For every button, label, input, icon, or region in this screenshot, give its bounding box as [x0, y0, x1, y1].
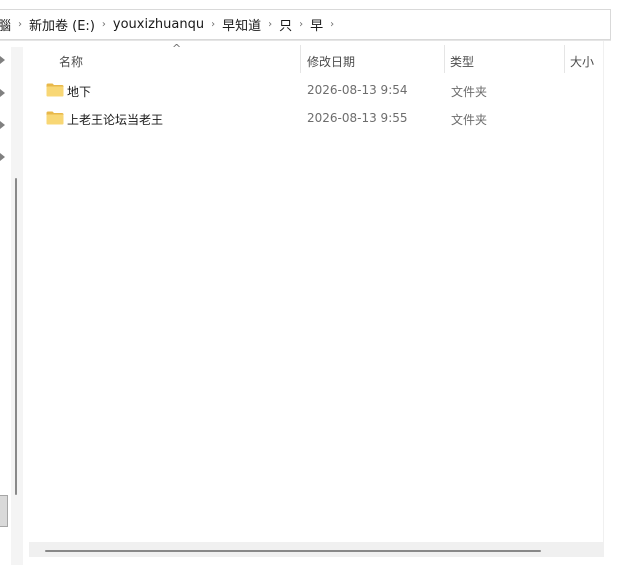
horizontal-scrollbar[interactable] — [29, 542, 603, 557]
expand-arrow-icon[interactable] — [0, 89, 5, 97]
breadcrumb-item-drive[interactable]: 新加卷 (E:) — [27, 15, 97, 34]
breadcrumb-item-partial[interactable]: 腦 — [0, 15, 13, 34]
file-type: 文件夹 — [451, 113, 488, 127]
expand-arrow-icon[interactable] — [0, 153, 5, 161]
column-header-name[interactable]: 名称 — [59, 53, 83, 70]
list-item[interactable]: 上老王论坛当老王 2026-08-13 9:55 文件夹 — [41, 107, 591, 131]
file-type: 文件夹 — [451, 85, 488, 99]
navigation-pane — [0, 41, 25, 565]
breadcrumb-item-zhi[interactable]: 只 — [277, 15, 294, 34]
chevron-right-icon[interactable]: › — [97, 19, 111, 30]
breadcrumb-item-youxizhuanqu[interactable]: youxizhuanqu — [111, 17, 206, 32]
file-explorer-window: 腦 › 新加卷 (E:) › youxizhuanqu › 早知道 › 只 › … — [0, 0, 624, 565]
breadcrumb-item-zaozhidao[interactable]: 早知道 — [220, 15, 263, 34]
chevron-right-icon[interactable]: › — [13, 19, 27, 30]
sort-ascending-icon: ^ — [172, 42, 182, 55]
navigation-scrollbar-thumb[interactable] — [15, 178, 17, 495]
file-name[interactable]: 地下 — [67, 83, 91, 100]
column-divider[interactable] — [300, 45, 301, 73]
column-divider[interactable] — [444, 45, 445, 73]
pane-right-edge — [603, 41, 604, 557]
address-bar[interactable]: 腦 › 新加卷 (E:) › youxizhuanqu › 早知道 › 只 › … — [0, 9, 611, 40]
column-header-size[interactable]: 大小 — [570, 53, 594, 70]
navigation-horizontal-scroll-thumb[interactable] — [0, 495, 8, 527]
expand-arrow-icon[interactable] — [0, 56, 5, 64]
chevron-right-icon[interactable]: › — [206, 19, 220, 30]
column-header-row: ^ 名称 修改日期 类型 大小 — [29, 41, 603, 77]
folder-icon — [46, 111, 64, 125]
file-date-modified: 2026-08-13 9:54 — [307, 83, 408, 97]
chevron-right-icon[interactable]: › — [294, 19, 308, 30]
chevron-right-icon[interactable]: › — [263, 19, 277, 30]
chevron-right-icon[interactable]: › — [325, 19, 339, 30]
navigation-scrollbar[interactable] — [11, 47, 23, 565]
breadcrumb-item-zao[interactable]: 早 — [308, 15, 325, 34]
file-name[interactable]: 上老王论坛当老王 — [67, 111, 163, 128]
column-header-type[interactable]: 类型 — [450, 53, 474, 70]
column-divider[interactable] — [564, 45, 565, 73]
file-date-modified: 2026-08-13 9:55 — [307, 111, 408, 125]
folder-icon — [46, 83, 64, 97]
column-header-date-modified[interactable]: 修改日期 — [307, 53, 355, 70]
list-item[interactable]: 地下 2026-08-13 9:54 文件夹 — [41, 79, 591, 103]
horizontal-scrollbar-thumb[interactable] — [45, 550, 541, 552]
file-list-pane: ^ 名称 修改日期 类型 大小 地下 2026-08-13 9:54 文件夹 上… — [29, 41, 603, 557]
expand-arrow-icon[interactable] — [0, 121, 5, 129]
